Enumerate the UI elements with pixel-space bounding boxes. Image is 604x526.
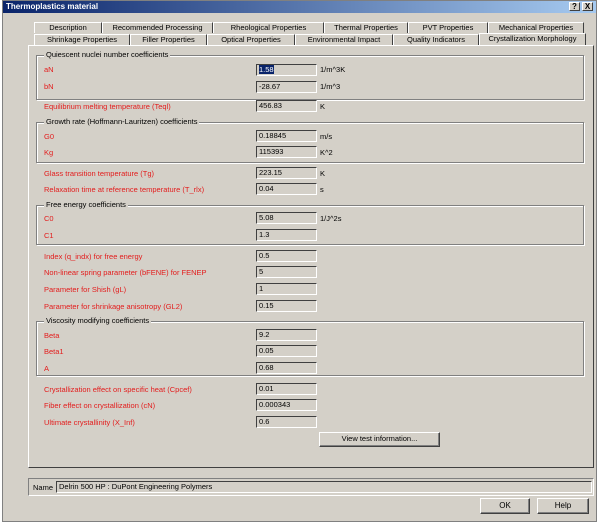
label-g0: G0 bbox=[44, 132, 55, 141]
label-xinf: Ultimate crystallinity (X_Inf) bbox=[44, 418, 135, 427]
title-bar: Thermoplastics material ? X bbox=[3, 1, 596, 13]
input-beta[interactable]: 9.2 bbox=[256, 329, 317, 341]
label-bfene: Non-linear spring parameter (bFENE) for … bbox=[44, 268, 207, 277]
label-gl: Parameter for Shish (gL) bbox=[44, 285, 127, 294]
group-title-growth: Growth rate (Hoffmann-Lauritzen) coeffic… bbox=[44, 117, 200, 126]
group-title-free-energy: Free energy coefficients bbox=[44, 200, 128, 209]
input-trlx[interactable]: 0.04 bbox=[256, 183, 317, 195]
tab-pvt-properties[interactable]: PVT Properties bbox=[408, 22, 488, 33]
unit-teql: K bbox=[320, 102, 326, 111]
label-kg: Kg bbox=[44, 148, 54, 157]
label-beta: Beta bbox=[44, 331, 60, 340]
label-q-indx: Index (q_indx) for free energy bbox=[44, 252, 143, 261]
ok-button[interactable]: OK bbox=[480, 498, 530, 514]
label-cn: Fiber effect on crystallization (cN) bbox=[44, 401, 156, 410]
help-button[interactable]: Help bbox=[537, 498, 589, 514]
tab-recommended-processing[interactable]: Recommended Processing bbox=[102, 22, 213, 33]
label-beta1: Beta1 bbox=[44, 347, 64, 356]
input-teql[interactable]: 456.83 bbox=[256, 100, 317, 112]
label-an: aN bbox=[44, 65, 54, 74]
input-a[interactable]: 0.68 bbox=[256, 362, 317, 374]
tab-quality-indicators[interactable]: Quality Indicators bbox=[393, 34, 479, 45]
unit-kg: K^2 bbox=[320, 148, 333, 157]
view-test-information-button[interactable]: View test information... bbox=[319, 432, 440, 447]
unit-c0: 1/J^2s bbox=[320, 214, 342, 223]
input-cn[interactable]: 0.000343 bbox=[256, 399, 317, 411]
group-title-viscosity: Viscosity modifying coefficients bbox=[44, 316, 152, 325]
unit-an: 1/m^3K bbox=[320, 65, 346, 74]
group-title-quiescent: Quiescent nuclei number coefficients bbox=[44, 50, 171, 59]
tab-filler-properties[interactable]: Filler Properties bbox=[130, 34, 207, 45]
label-cpcef: Crystallization effect on specific heat … bbox=[44, 385, 192, 394]
input-c0[interactable]: 5.08 bbox=[256, 212, 317, 224]
input-an[interactable]: 1.58 bbox=[256, 64, 317, 76]
input-tg[interactable]: 223.15 bbox=[256, 167, 317, 179]
name-input[interactable]: Delrin 500 HP : DuPont Engineering Polym… bbox=[56, 481, 592, 493]
input-gl[interactable]: 1 bbox=[256, 283, 317, 295]
input-cpcef[interactable]: 0.01 bbox=[256, 383, 317, 395]
label-a: A bbox=[44, 364, 50, 373]
input-beta1[interactable]: 0.05 bbox=[256, 345, 317, 357]
label-tg: Glass transition temperature (Tg) bbox=[44, 169, 155, 178]
input-c1[interactable]: 1.3 bbox=[256, 229, 317, 241]
tab-thermal-properties[interactable]: Thermal Properties bbox=[324, 22, 408, 33]
label-trlx: Relaxation time at reference temperature… bbox=[44, 185, 205, 194]
input-xinf[interactable]: 0.6 bbox=[256, 416, 317, 428]
close-title-button[interactable]: X bbox=[582, 2, 593, 11]
tab-optical-properties[interactable]: Optical Properties bbox=[207, 34, 295, 45]
unit-tg: K bbox=[320, 169, 326, 178]
input-bfene[interactable]: 5 bbox=[256, 266, 317, 278]
help-title-button[interactable]: ? bbox=[569, 2, 580, 11]
input-bn[interactable]: -28.67 bbox=[256, 81, 317, 93]
unit-bn: 1/m^3 bbox=[320, 82, 341, 91]
label-bn: bN bbox=[44, 82, 54, 91]
input-gl2[interactable]: 0.15 bbox=[256, 300, 317, 312]
group-quiescent bbox=[36, 55, 584, 100]
unit-g0: m/s bbox=[320, 132, 333, 141]
tab-shrinkage-properties[interactable]: Shrinkage Properties bbox=[34, 34, 130, 45]
input-an-value: 1.58 bbox=[259, 65, 274, 74]
window-title: Thermoplastics material bbox=[6, 2, 99, 11]
input-g0[interactable]: 0.18845 bbox=[256, 130, 317, 142]
tab-environmental-impact[interactable]: Environmental Impact bbox=[295, 34, 393, 45]
unit-trlx: s bbox=[320, 185, 324, 194]
label-gl2: Parameter for shrinkage anisotropy (GL2) bbox=[44, 302, 183, 311]
tab-rheological-properties[interactable]: Rheological Properties bbox=[213, 22, 324, 33]
name-label: Name bbox=[33, 483, 54, 492]
input-kg[interactable]: 115393 bbox=[256, 146, 317, 158]
tab-mechanical-properties[interactable]: Mechanical Properties bbox=[488, 22, 584, 33]
label-teql: Equilibrium melting temperature (Teql) bbox=[44, 102, 171, 111]
tab-description[interactable]: Description bbox=[34, 22, 102, 33]
label-c1: C1 bbox=[44, 231, 54, 240]
label-c0: C0 bbox=[44, 214, 54, 223]
input-q-indx[interactable]: 0.5 bbox=[256, 250, 317, 262]
